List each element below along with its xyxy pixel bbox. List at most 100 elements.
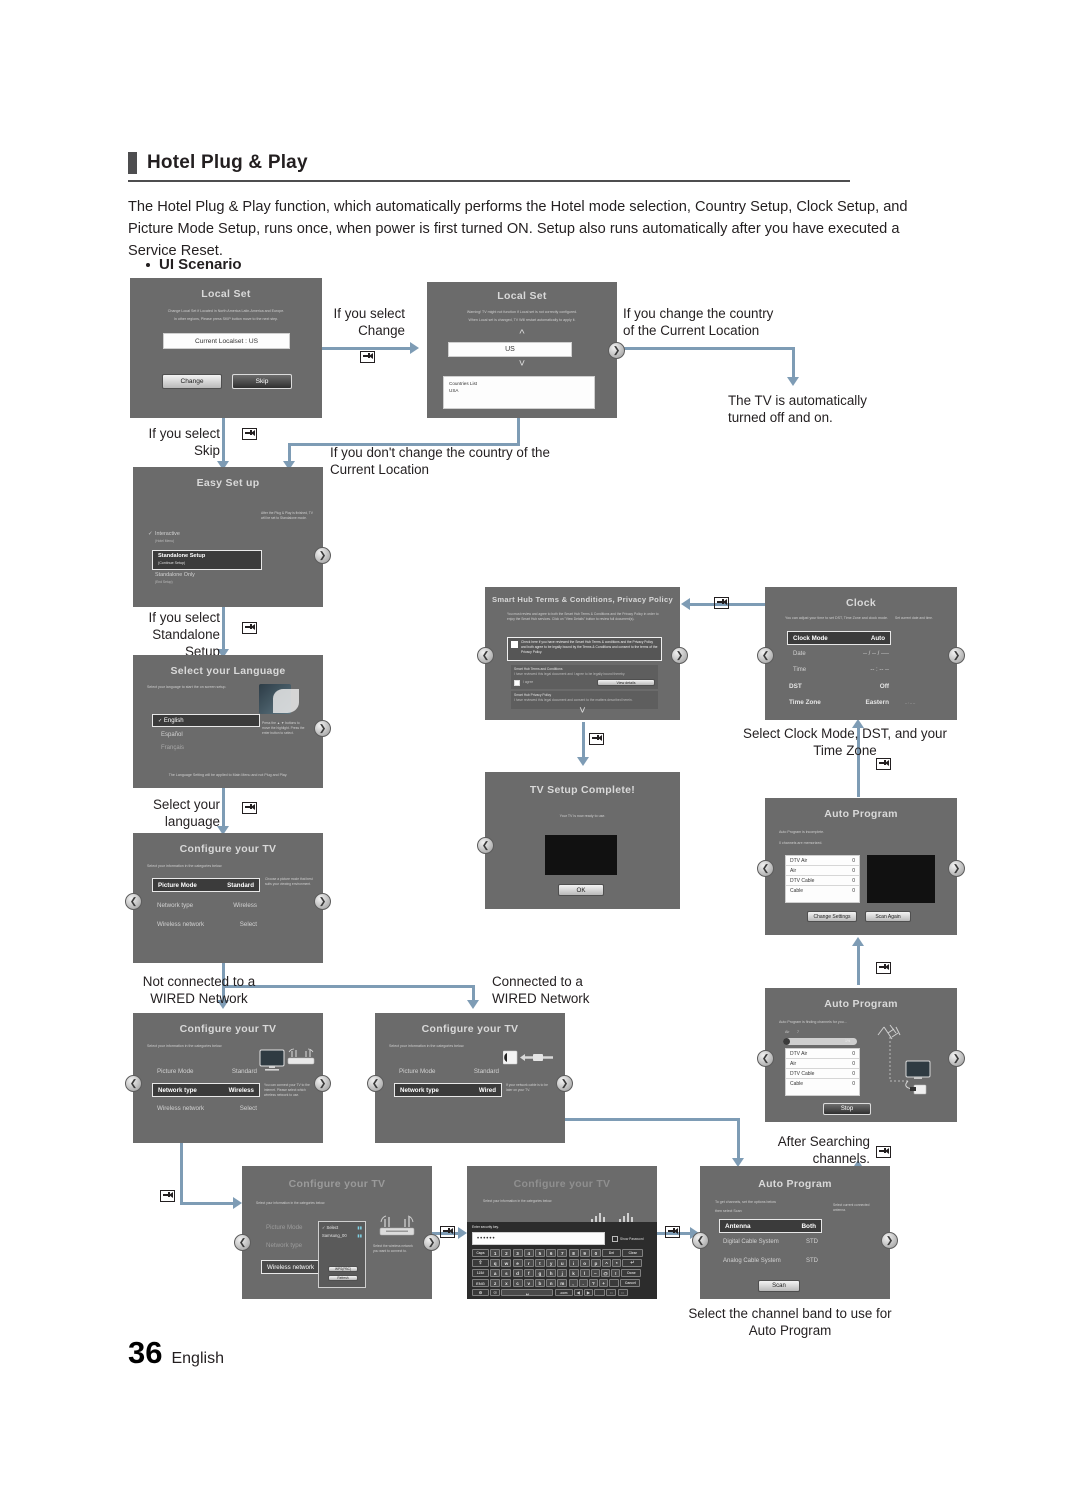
key-settings[interactable]: ⚙ xyxy=(472,1289,489,1296)
next-arrow-icon[interactable]: ❯ xyxy=(948,1050,965,1067)
row-time-zone[interactable]: Time Zone Eastern xyxy=(789,699,889,706)
prev-arrow-icon[interactable]: ❮ xyxy=(367,1075,384,1092)
key-k[interactable]: k xyxy=(568,1269,579,1277)
key-clear[interactable]: Clear xyxy=(622,1249,644,1257)
prev-arrow-icon[interactable]: ❮ xyxy=(234,1234,251,1251)
key-e[interactable]: e xyxy=(512,1259,523,1267)
key-u[interactable]: u xyxy=(557,1259,568,1267)
checkbox-icon[interactable] xyxy=(511,641,518,648)
chevron-up-icon[interactable]: ^ xyxy=(519,329,524,340)
next-arrow-icon[interactable]: ❯ xyxy=(314,547,331,564)
ok-button[interactable]: OK xyxy=(558,884,604,896)
next-arrow-icon[interactable]: ❯ xyxy=(671,647,688,664)
key-aa[interactable]: □ xyxy=(606,1289,617,1296)
key-at[interactable]: @ xyxy=(601,1269,611,1277)
prev-arrow-icon[interactable]: ❮ xyxy=(692,1232,709,1249)
key-period[interactable]: . xyxy=(578,1279,588,1287)
key-x[interactable]: x xyxy=(501,1279,512,1287)
next-arrow-icon[interactable]: ❯ xyxy=(423,1234,440,1251)
key-8[interactable]: 8 xyxy=(568,1249,579,1257)
row-picture-mode[interactable]: Picture Mode Standard xyxy=(152,878,260,892)
next-arrow-icon[interactable]: ❯ xyxy=(314,720,331,737)
key-f[interactable]: f xyxy=(523,1269,534,1277)
next-arrow-icon[interactable]: ❯ xyxy=(556,1075,573,1092)
row-picture-mode[interactable]: Picture Mode Standard xyxy=(399,1068,499,1075)
language-option-english[interactable]: ✓ English xyxy=(152,714,260,727)
key-5[interactable]: 5 xyxy=(534,1249,545,1257)
key-q[interactable]: q xyxy=(490,1259,501,1267)
prev-arrow-icon[interactable]: ❮ xyxy=(757,1050,774,1067)
row-digital-cable-system[interactable]: Digital Cable System STD xyxy=(723,1239,818,1245)
row-wireless-network[interactable]: Wireless network Select xyxy=(157,1105,257,1112)
key-w[interactable]: w xyxy=(501,1259,512,1267)
skip-button[interactable]: Skip xyxy=(232,374,292,389)
key-cancel[interactable]: Cancel xyxy=(620,1279,641,1287)
key-exclaim[interactable]: ! xyxy=(611,1269,621,1277)
prev-arrow-icon[interactable]: ❮ xyxy=(125,893,142,910)
next-arrow-icon[interactable]: ❯ xyxy=(881,1232,898,1249)
country-value-field[interactable]: US xyxy=(448,342,572,357)
prev-arrow-icon[interactable]: ❮ xyxy=(757,647,774,664)
ap-list-popup[interactable]: ✓ Select ▮▮ Samsung_00 ▮▮ WPS(PBC) Refre… xyxy=(318,1221,366,1288)
row-analog-cable-system[interactable]: Analog Cable System STD xyxy=(723,1258,818,1264)
key-r[interactable]: r xyxy=(523,1259,534,1267)
key-h[interactable]: h xyxy=(546,1269,557,1277)
view-details-button[interactable]: View details xyxy=(597,679,655,686)
wps-button[interactable]: WPS(PBC) xyxy=(328,1266,358,1272)
key-t[interactable]: t xyxy=(534,1259,545,1267)
easy-setup-option-interactive[interactable]: ✓ Interactive xyxy=(148,531,180,537)
key-c[interactable]: c xyxy=(512,1279,523,1287)
next-arrow-icon[interactable]: ❯ xyxy=(314,1075,331,1092)
key-n[interactable]: n xyxy=(546,1279,557,1287)
key-s[interactable]: s xyxy=(501,1269,512,1277)
show-password-checkbox[interactable]: Show Password xyxy=(612,1236,644,1242)
key-right-arrow[interactable]: ▶ xyxy=(583,1289,593,1296)
key-language[interactable]: ENG xyxy=(472,1279,489,1287)
key-3[interactable]: 3 xyxy=(512,1249,523,1257)
key-caps[interactable]: Caps xyxy=(472,1249,489,1257)
countries-list[interactable]: Countries List USA xyxy=(443,376,595,409)
prev-arrow-icon[interactable]: ❮ xyxy=(757,860,774,877)
easy-setup-option-standalone-setup[interactable]: Standalone Setup (Continue Setup) xyxy=(152,550,262,570)
key-o[interactable]: o xyxy=(579,1259,590,1267)
key-b[interactable]: b xyxy=(534,1279,545,1287)
change-button[interactable]: Change xyxy=(162,374,222,389)
key-plus[interactable]: + xyxy=(599,1279,609,1287)
checkbox-icon[interactable] xyxy=(612,1236,618,1242)
row-wireless-network[interactable]: Wireless network Select xyxy=(157,921,257,928)
key-i[interactable]: i xyxy=(568,1259,579,1267)
terms-master-checkbox-row[interactable]: Check here if you have reviewed the Smar… xyxy=(507,637,662,661)
prev-arrow-icon[interactable]: ❮ xyxy=(477,837,494,854)
scan-again-button[interactable]: Scan Again xyxy=(865,911,911,922)
security-key-input[interactable]: •••••• xyxy=(472,1232,605,1245)
key-d[interactable]: d xyxy=(512,1269,523,1277)
key-enter[interactable]: ↵ xyxy=(622,1259,643,1267)
easy-setup-option-standalone-only[interactable]: Standalone Only xyxy=(155,572,195,578)
key-globe[interactable]: ☉ xyxy=(490,1289,501,1296)
key-tilde[interactable]: ~ xyxy=(590,1269,600,1277)
key-p[interactable]: p xyxy=(590,1259,601,1267)
key-del[interactable]: Del xyxy=(602,1249,622,1257)
row-dst[interactable]: DST Off xyxy=(789,683,889,690)
key-space[interactable]: ␣ xyxy=(501,1289,554,1296)
key-com[interactable]: .com xyxy=(554,1289,573,1296)
chevron-down-icon[interactable]: ˅ xyxy=(519,358,525,370)
key-asterisk[interactable]: * xyxy=(612,1259,622,1267)
language-option-spanish[interactable]: Español xyxy=(161,732,183,738)
key-l[interactable]: l xyxy=(579,1269,590,1277)
key-done[interactable]: Done xyxy=(621,1269,642,1277)
row-network-type[interactable]: Network type Wireless xyxy=(152,1083,260,1097)
key-j[interactable]: j xyxy=(557,1269,568,1277)
prev-arrow-icon[interactable]: ❮ xyxy=(477,647,494,664)
chevron-down-icon[interactable]: ˅ xyxy=(579,705,585,717)
next-arrow-icon[interactable]: ❯ xyxy=(608,342,625,359)
key-z[interactable]: z xyxy=(490,1279,501,1287)
row-clock-mode[interactable]: Clock Mode Auto xyxy=(787,631,891,645)
language-option-french[interactable]: Français xyxy=(161,745,184,751)
key-2[interactable]: 2 xyxy=(501,1249,512,1257)
key-extra[interactable] xyxy=(594,1289,606,1296)
key-6[interactable]: 6 xyxy=(546,1249,557,1257)
key-left-arrow[interactable]: ◀ xyxy=(573,1289,583,1296)
row-network-type[interactable]: Network type Wireless xyxy=(157,902,257,909)
key-blank[interactable] xyxy=(609,1279,620,1287)
